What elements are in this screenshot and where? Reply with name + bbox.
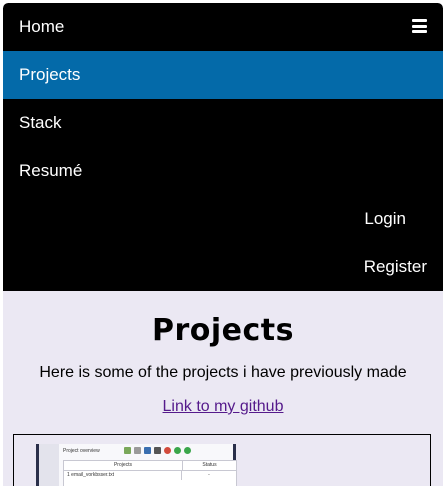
nav-item-projects[interactable]: Projects — [3, 51, 443, 99]
app-frame: Home Projects Stack Resumé Login Registe… — [3, 3, 443, 486]
nav-register-label: Register — [363, 257, 427, 276]
screenshot-col-status: Status — [202, 462, 217, 468]
nav-login-link[interactable]: Login — [3, 195, 443, 243]
nav-home-label: Home — [19, 17, 65, 36]
screenshot-sidebar — [39, 444, 59, 486]
print-icon — [134, 447, 141, 454]
nav-item-stack[interactable]: Stack — [3, 99, 443, 147]
refresh-icon — [184, 447, 191, 454]
edit-icon — [124, 447, 131, 454]
screenshot-row-index: 1 — [67, 472, 70, 478]
nav-item-label: Projects — [19, 65, 81, 84]
page-title: Projects — [151, 313, 294, 348]
github-link[interactable]: Link to my github — [163, 397, 284, 417]
screenshot-table-header: Projects Status — [64, 461, 236, 471]
nav-item-label: Stack — [19, 113, 62, 132]
add-icon — [174, 447, 181, 454]
project-screenshot[interactable]: Project overview Projects Status 1 email… — [36, 444, 237, 486]
screenshot-col-projects: Projects — [64, 461, 183, 470]
nav-login-label: Login — [364, 209, 406, 228]
screenshot-toolbar — [124, 447, 191, 454]
screenshot-row-name: 1 email_vorkbsser.txt — [64, 471, 182, 480]
nav-home-link[interactable]: Home — [3, 3, 443, 51]
hamburger-menu-icon[interactable] — [412, 19, 427, 33]
stop-icon — [164, 447, 171, 454]
screenshot-row-status: - — [208, 472, 210, 478]
save-icon — [144, 447, 151, 454]
screenshot-title: Project overview — [63, 448, 100, 454]
nav-item-resume[interactable]: Resumé — [3, 147, 443, 195]
screenshot-table: Projects Status 1 email_vorkbsser.txt - — [63, 460, 237, 486]
intro-text: Here is some of the projects i have prev… — [39, 364, 407, 381]
nav-register-link[interactable]: Register — [3, 243, 443, 291]
table-row: 1 email_vorkbsser.txt - — [64, 471, 236, 480]
main-content: Projects Here is some of the projects i … — [3, 291, 443, 486]
delete-x-icon — [154, 447, 161, 454]
screenshot-row-file: email_vorkbsser.txt — [71, 472, 114, 478]
project-card[interactable]: Project overview Projects Status 1 email… — [13, 434, 431, 486]
nav-item-label: Resumé — [19, 161, 83, 180]
navbar: Home Projects Stack Resumé Login Registe… — [3, 3, 443, 291]
